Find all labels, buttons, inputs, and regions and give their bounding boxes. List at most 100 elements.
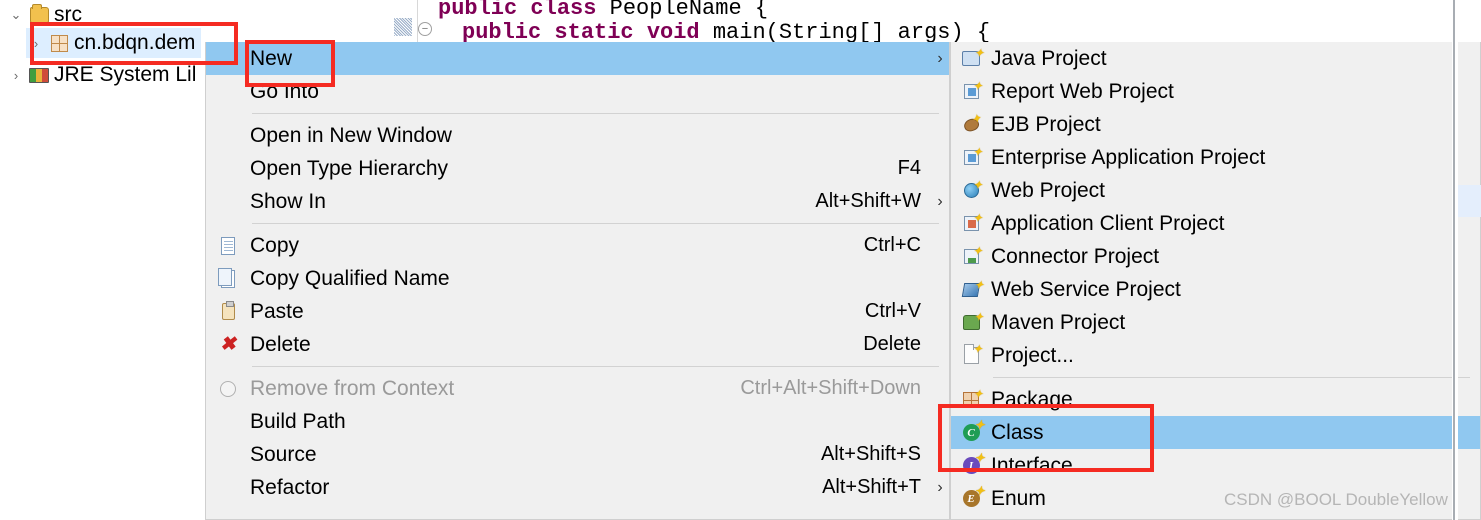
report-web-project-icon: ✦ (951, 80, 991, 99)
chevron-right-icon[interactable]: › (6, 68, 26, 83)
menu-item-refactor[interactable]: Refactor Alt+Shift+T › (206, 471, 949, 504)
menu-item-new[interactable]: New › (206, 42, 949, 75)
menu-item-label: EJB Project (991, 112, 1101, 136)
menu-item-label: Open in New Window (250, 123, 452, 147)
generic-project-icon: ✦ (951, 343, 991, 364)
menu-item-remove-from-context[interactable]: Remove from Context Ctrl+Alt+Shift+Down (206, 372, 949, 405)
class-icon: C ✦ (951, 419, 991, 441)
menu-item-label: Delete (250, 332, 311, 356)
menu-item-label: Report Web Project (991, 79, 1174, 103)
submenu-arrow-placeholder (931, 303, 949, 321)
collapse-icon[interactable]: − (418, 22, 432, 36)
right-panel-divider (1452, 0, 1458, 520)
menu-item-label: Remove from Context (250, 376, 455, 400)
menu-item-label: Package (991, 387, 1073, 411)
submenu-arrow-placeholder (931, 160, 949, 178)
menu-separator (993, 377, 1470, 378)
menu-item-label: Maven Project (991, 310, 1126, 334)
submenu-item-connector-project[interactable]: ✦ Connector Project (951, 240, 1480, 273)
code-editor[interactable]: − public class PeopleName { public stati… (382, 0, 1481, 42)
tree-item-label: cn.bdqn.dem (74, 31, 196, 54)
menu-item-label: Refactor (250, 475, 330, 499)
tree-item-package[interactable]: › cn.bdqn.dem (26, 28, 202, 58)
submenu-item-class[interactable]: C ✦ Class (951, 416, 1480, 449)
menu-item-open-type-hierarchy[interactable]: Open Type Hierarchy F4 (206, 152, 949, 185)
submenu-item-java-project[interactable]: ✦ Java Project (951, 42, 1480, 75)
class-name-text: PeopleName { (596, 0, 769, 21)
menu-item-label: Interface (991, 453, 1073, 477)
menu-item-source[interactable]: Source Alt+Shift+S › (206, 438, 949, 471)
eclipse-ide-screenshot: ⌄ src › cn.bdqn.dem › JRE System Lil − p… (0, 0, 1481, 520)
menu-item-label: Paste (250, 299, 304, 323)
menu-separator (252, 113, 939, 114)
menu-item-copy-qualified-name[interactable]: Copy Qualified Name (206, 262, 949, 295)
app-client-project-icon: ✦ (951, 212, 991, 231)
submenu-arrow-placeholder (931, 83, 949, 101)
menu-item-build-path[interactable]: Build Path › (206, 405, 949, 438)
menu-item-shortcut: Alt+Shift+T (822, 476, 921, 498)
menu-item-label: Go Into (250, 79, 319, 103)
submenu-item-project[interactable]: ✦ Project... (951, 339, 1480, 372)
watermark-text: CSDN @BOOL DoubleYellow (1224, 490, 1448, 509)
web-project-icon: ✦ (951, 179, 991, 198)
menu-item-label: New (250, 46, 293, 70)
submenu-item-web-service-project[interactable]: ✦ Web Service Project (951, 273, 1480, 306)
menu-item-show-in[interactable]: Show In Alt+Shift+W › (206, 185, 949, 218)
submenu-item-ejb-project[interactable]: ✦ EJB Project (951, 108, 1480, 141)
menu-item-shortcut: Alt+Shift+S (820, 443, 921, 465)
enum-icon: E ✦ (951, 485, 991, 507)
menu-item-shortcut: Delete (863, 333, 921, 355)
submenu-item-enterprise-application-project[interactable]: ✦ Enterprise Application Project (951, 141, 1480, 174)
menu-item-label: Application Client Project (991, 211, 1225, 235)
menu-item-delete[interactable]: ✖ Delete Delete (206, 328, 949, 361)
right-panel-highlight (1458, 185, 1481, 217)
tree-item-label: src (54, 3, 82, 26)
delete-icon: ✖ (220, 334, 236, 355)
remove-context-icon (206, 380, 250, 397)
web-service-project-icon: ✦ (951, 278, 991, 297)
tree-item-label: JRE System Lil (54, 63, 197, 86)
menu-item-open-in-new-window[interactable]: Open in New Window (206, 119, 949, 152)
submenu-item-package[interactable]: ✦ Package (951, 383, 1480, 416)
menu-item-go-into[interactable]: Go Into (206, 75, 949, 108)
chevron-right-icon[interactable]: › (26, 36, 46, 51)
submenu-arrow-placeholder (931, 127, 949, 145)
new-submenu[interactable]: ✦ Java Project ✦ Report Web Project ✦ EJB Pro… (950, 42, 1481, 520)
menu-item-shortcut: F4 (897, 157, 921, 179)
jre-library-icon (26, 67, 52, 83)
menu-item-shortcut: Ctrl+V (864, 300, 921, 322)
menu-item-label: Build Path (250, 409, 346, 433)
menu-item-paste[interactable]: Paste Ctrl+V (206, 295, 949, 328)
code-line-2: public static void main(String[] args) { (462, 20, 990, 42)
copy-qualified-icon (206, 267, 250, 288)
menu-item-label: Show In (250, 189, 326, 213)
menu-separator (252, 366, 939, 367)
menu-item-shortcut: Alt+Shift+W (815, 190, 921, 212)
submenu-item-application-client-project[interactable]: ✦ Application Client Project (951, 207, 1480, 240)
tree-item-src[interactable]: ⌄ src (6, 0, 82, 30)
menu-item-label: Project... (991, 343, 1074, 367)
menu-item-copy[interactable]: Copy Ctrl+C (206, 229, 949, 262)
chevron-down-icon[interactable]: ⌄ (6, 7, 26, 23)
menu-item-shortcut: Ctrl+C (863, 234, 921, 256)
tree-item-jre-library[interactable]: › JRE System Lil (6, 60, 197, 90)
submenu-arrow-placeholder (931, 237, 949, 255)
submenu-item-web-project[interactable]: ✦ Web Project (951, 174, 1480, 207)
package-explorer-tree: ⌄ src › cn.bdqn.dem › JRE System Lil (0, 0, 240, 520)
menu-item-label: Source (250, 442, 317, 466)
copy-icon (206, 236, 250, 255)
submenu-arrow-icon: › (937, 445, 943, 463)
submenu-item-report-web-project[interactable]: ✦ Report Web Project (951, 75, 1480, 108)
menu-item-label: Copy Qualified Name (250, 266, 450, 290)
menu-item-label: Class (991, 420, 1044, 444)
menu-item-label: Copy (250, 233, 300, 257)
source-folder-icon (26, 4, 52, 23)
ejb-project-icon: ✦ (951, 110, 991, 133)
menu-item-label: Web Project (991, 178, 1105, 202)
package-new-icon: ✦ (951, 388, 991, 408)
submenu-item-maven-project[interactable]: ✦ Maven Project (951, 306, 1480, 339)
context-menu[interactable]: New › Go Into Open in New Window Open Type… (205, 42, 950, 520)
submenu-arrow-placeholder (931, 336, 949, 354)
submenu-arrow-placeholder (931, 270, 949, 288)
submenu-item-interface[interactable]: I ✦ Interface (951, 449, 1480, 482)
